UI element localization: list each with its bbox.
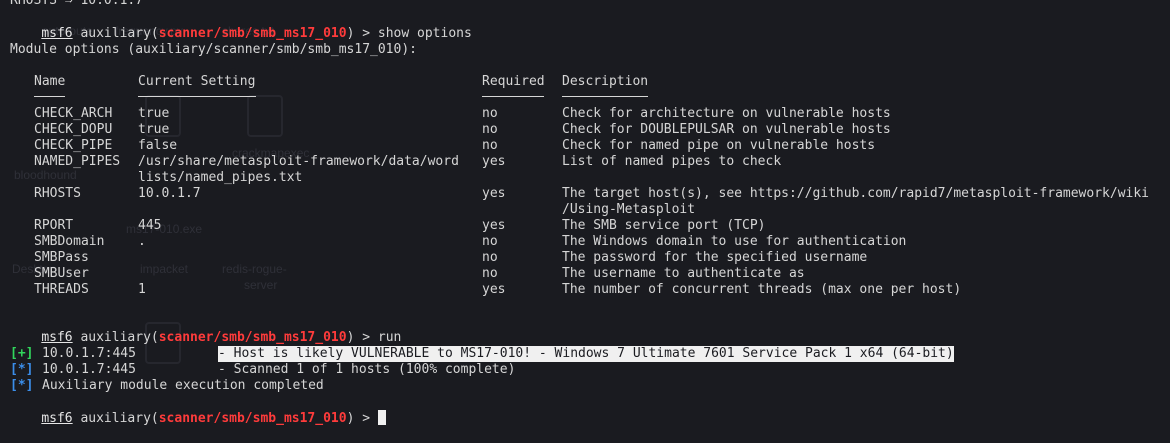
option-description: The password for the specified username: [562, 250, 868, 265]
option-description: The target host(s), see https://github.c…: [562, 186, 1149, 201]
prompt-prefix: auxiliary(: [72, 26, 159, 41]
prompt-suffix: ) >: [346, 330, 378, 345]
header-rule: [34, 96, 65, 97]
prompt-module: scanner/smb/smb_ms17_010: [158, 26, 347, 41]
option-required: yes: [482, 218, 506, 233]
prompt-suffix: ) >: [346, 26, 378, 41]
success-tag: [+]: [10, 346, 34, 361]
option-required: yes: [482, 282, 506, 297]
prompt-module: scanner/smb/smb_ms17_010: [158, 411, 347, 426]
info-tag: [*]: [10, 378, 34, 393]
terminal-window[interactable]: RHOSTS ⇒ 10.0.1.7 msf6 auxiliary(scanner…: [10, 0, 1165, 426]
option-setting: true: [138, 106, 170, 121]
previous-output-line: RHOSTS ⇒ 10.0.1.7: [10, 0, 144, 8]
prompt-line-run: msf6 auxiliary(scanner/smb/smb_ms17_010)…: [10, 314, 401, 345]
prompt-module: scanner/smb/smb_ms17_010: [158, 330, 347, 345]
prompt-prefix: auxiliary(: [72, 330, 159, 345]
option-setting: true: [138, 122, 170, 137]
prompt-line-current[interactable]: msf6 auxiliary(scanner/smb/smb_ms17_010)…: [10, 394, 386, 426]
option-required: no: [482, 106, 498, 121]
option-row: CHECK_DOPU true no Check for DOUBLEPULSA…: [10, 122, 1160, 138]
output-message: - Scanned 1 of 1 hosts (100% complete): [218, 362, 516, 377]
option-name: SMBUser: [34, 266, 89, 281]
option-row: RPORT 445 yes The SMB service port (TCP): [10, 218, 1160, 234]
prompt-name: msf6: [41, 411, 73, 426]
option-description: The Windows domain to use for authentica…: [562, 234, 907, 249]
prompt-prefix: auxiliary(: [72, 411, 159, 426]
option-name: SMBDomain: [34, 234, 105, 249]
option-setting: .: [138, 234, 146, 249]
option-required: no: [482, 266, 498, 281]
option-row: CHECK_ARCH true no Check for architectur…: [10, 106, 1160, 122]
option-setting: 10.0.1.7: [138, 186, 201, 201]
option-row: SMBUser no The username to authenticate …: [10, 266, 1160, 282]
option-setting: 445: [138, 218, 162, 233]
header-required: Required: [482, 74, 545, 89]
option-name: SMBPass: [34, 250, 89, 265]
option-row: RHOSTS 10.0.1.7 yes The target host(s), …: [10, 186, 1160, 202]
prompt-name: msf6: [41, 26, 73, 41]
option-row: THREADS 1 yes The number of concurrent t…: [10, 282, 1160, 298]
output-line: [*] 10.0.1.7:445 - Scanned 1 of 1 hosts …: [10, 362, 1160, 378]
info-tag: [*]: [10, 362, 34, 377]
option-description: The SMB service port (TCP): [562, 218, 766, 233]
option-row: SMBDomain . no The Windows domain to use…: [10, 234, 1160, 250]
option-setting-continued: lists/named_pipes.txt: [138, 170, 303, 185]
option-name: CHECK_ARCH: [34, 106, 113, 121]
header-rule: [562, 96, 648, 97]
option-row: SMBPass no The password for the specifie…: [10, 250, 1160, 266]
command-text: run: [377, 330, 402, 345]
prompt-line-show-options: msf6 auxiliary(scanner/smb/smb_ms17_010)…: [10, 10, 471, 41]
options-table-header: Name Current Setting Required Descriptio…: [10, 74, 1160, 90]
option-description: The username to authenticate as: [562, 266, 805, 281]
header-rule: [482, 96, 544, 97]
output-line: [*] Auxiliary module execution completed: [10, 378, 1160, 394]
option-required: yes: [482, 186, 506, 201]
option-name: RPORT: [34, 218, 74, 233]
option-description: Check for named pipe on vulnerable hosts: [562, 138, 876, 153]
header-current-setting: Current Setting: [138, 74, 256, 89]
option-row: CHECK_PIPE false no Check for named pipe…: [10, 138, 1160, 154]
output-line: [+] 10.0.1.7:445 - Host is likely VULNER…: [10, 346, 1160, 362]
option-setting: 1: [138, 282, 146, 297]
prompt-name: msf6: [41, 330, 73, 345]
option-required: no: [482, 138, 498, 153]
output-host: 10.0.1.7:445: [42, 346, 136, 361]
output-message: Auxiliary module execution completed: [42, 378, 324, 393]
option-row: NAMED_PIPES /usr/share/metasploit-framew…: [10, 154, 1160, 170]
option-setting: /usr/share/metasploit-framework/data/wor…: [138, 154, 459, 169]
header-rule: [138, 96, 256, 97]
text-cursor[interactable]: [377, 410, 386, 425]
option-required: no: [482, 234, 498, 249]
option-name: CHECK_DOPU: [34, 122, 113, 137]
option-required: no: [482, 122, 498, 137]
option-row-continuation: /Using-Metasploit: [10, 202, 1160, 218]
option-setting: false: [138, 138, 178, 153]
module-options-title: Module options (auxiliary/scanner/smb/sm…: [10, 42, 417, 57]
option-description: Check for DOUBLEPULSAR on vulnerable hos…: [562, 122, 891, 137]
command-text: show options: [377, 26, 472, 41]
option-description: List of named pipes to check: [562, 154, 782, 169]
prompt-suffix: ) >: [346, 411, 378, 426]
option-name: THREADS: [34, 282, 89, 297]
option-name: CHECK_PIPE: [34, 138, 113, 153]
option-name: NAMED_PIPES: [34, 154, 121, 169]
output-message-highlighted[interactable]: - Host is likely VULNERABLE to MS17-010!…: [218, 346, 954, 362]
header-name: Name: [34, 74, 66, 89]
option-required: yes: [482, 154, 506, 169]
option-description-continued: /Using-Metasploit: [562, 202, 696, 217]
option-description: Check for architecture on vulnerable hos…: [562, 106, 891, 121]
option-required: no: [482, 250, 498, 265]
output-host: 10.0.1.7:445: [42, 362, 136, 377]
option-name: RHOSTS: [34, 186, 81, 201]
option-description: The number of concurrent threads (max on…: [562, 282, 962, 297]
header-description: Description: [562, 74, 649, 89]
option-row-continuation: lists/named_pipes.txt: [10, 170, 1160, 186]
